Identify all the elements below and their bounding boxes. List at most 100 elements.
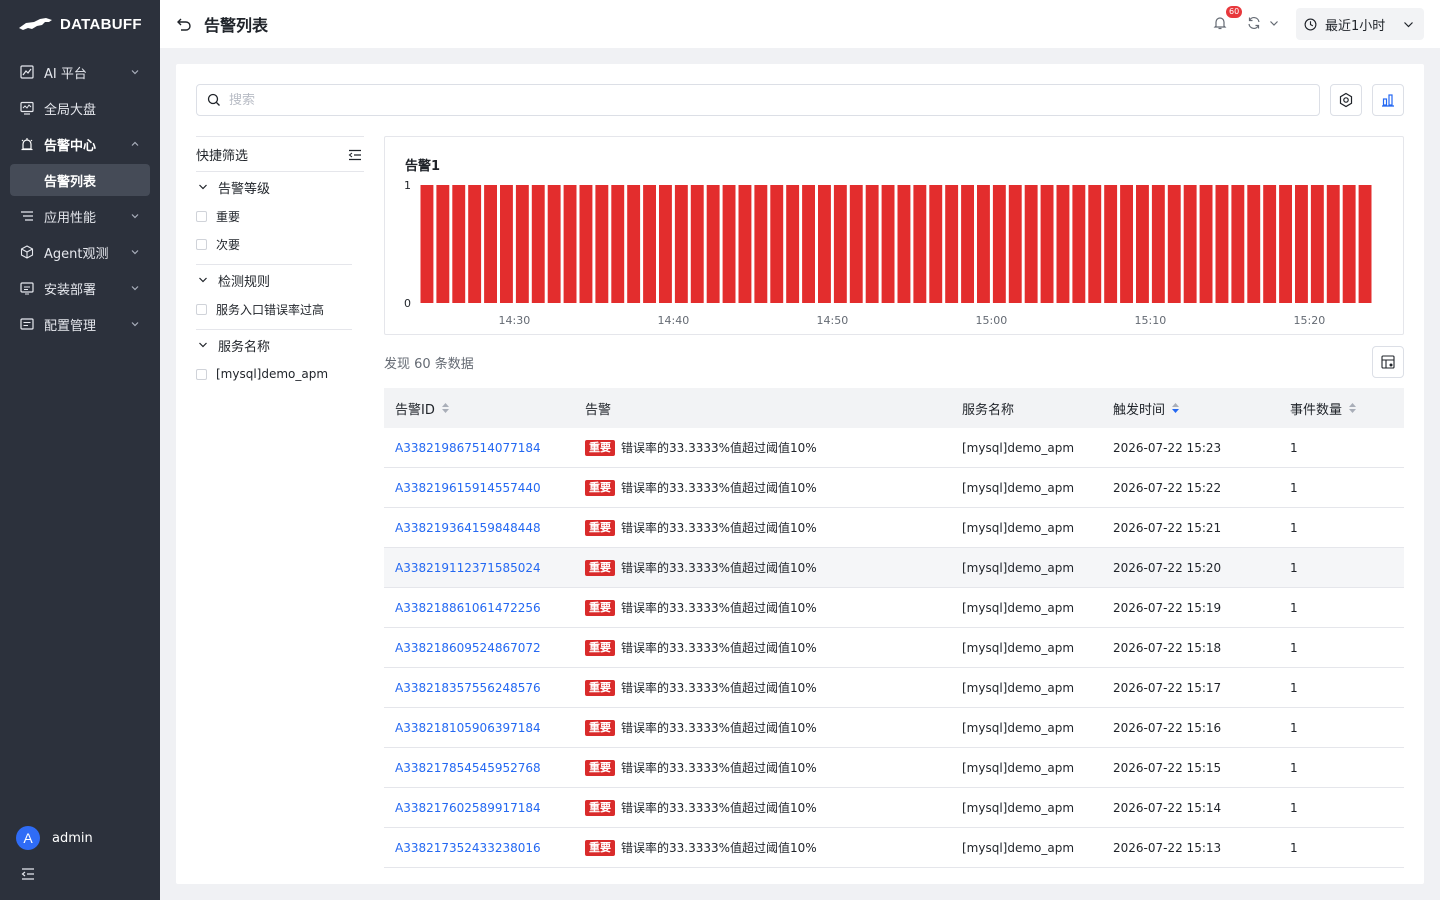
chart-bar[interactable] — [786, 185, 800, 303]
settings-button[interactable] — [1330, 84, 1362, 116]
time-range-select[interactable]: 最近1小时 — [1296, 8, 1424, 40]
filter-option[interactable]: 次要 — [196, 230, 352, 258]
chart-bar[interactable] — [563, 185, 577, 303]
brand-logo[interactable]: DATABUFF — [0, 0, 160, 48]
checkbox[interactable] — [196, 368, 207, 380]
chart-bar[interactable] — [1279, 185, 1292, 303]
chart-bar[interactable] — [722, 185, 736, 303]
chart-bar[interactable] — [961, 185, 974, 303]
chart-bar[interactable] — [849, 185, 863, 303]
sidebar-item-alarm-center[interactable]: 告警中心 — [0, 126, 160, 162]
chart-bar[interactable] — [1056, 185, 1070, 303]
table-row[interactable]: A338218357556248576 重要 错误率的33.3333%值超过阈值1… — [384, 668, 1404, 708]
table-row[interactable]: A338217352433238016 重要 错误率的33.3333%值超过阈值1… — [384, 828, 1404, 868]
column-header-alarm-id[interactable]: 告警ID — [384, 399, 574, 418]
refresh-icon[interactable] — [1246, 15, 1262, 31]
chevron-down-icon[interactable] — [1269, 18, 1279, 28]
sort-icon[interactable] — [1348, 402, 1357, 414]
table-row[interactable]: A338219112371585024 重要 错误率的33.3333%值超过阈值1… — [384, 548, 1404, 588]
sidebar-item-config-manage[interactable]: 配置管理 — [0, 306, 160, 342]
alarm-id-link[interactable]: A338217854545952768 — [395, 761, 541, 775]
chart-bar[interactable] — [1310, 185, 1324, 303]
alarm-bar-chart[interactable]: 0 1 14:30 14:40 14:50 15:00 15:10 15:20 — [385, 137, 1403, 334]
chart-bar[interactable] — [1358, 185, 1372, 303]
search-input[interactable] — [229, 92, 1229, 108]
chart-bar[interactable] — [547, 185, 561, 303]
alarm-id-link[interactable]: A338218861061472256 — [395, 601, 541, 615]
filter-option[interactable]: 服务入口错误率过高 — [196, 295, 352, 323]
chart-bar[interactable] — [643, 185, 656, 303]
chart-bar[interactable] — [674, 185, 688, 303]
user-profile[interactable]: A admin — [16, 826, 93, 850]
filter-group-title[interactable]: 服务名称 — [196, 330, 352, 360]
alarm-id-link[interactable]: A338217602589917184 — [395, 801, 541, 815]
alarm-id-link[interactable]: A338218609524867072 — [395, 641, 541, 655]
table-row[interactable]: A338217854545952768 重要 错误率的33.3333%值超过阈值1… — [384, 748, 1404, 788]
chart-bar[interactable] — [754, 185, 768, 303]
chart-bar[interactable] — [945, 185, 959, 303]
chart-bar[interactable] — [484, 185, 497, 303]
sort-desc-icon[interactable] — [1171, 402, 1180, 414]
chart-bar[interactable] — [1326, 185, 1340, 303]
chart-bar[interactable] — [1120, 185, 1133, 303]
search-box[interactable] — [196, 84, 1320, 116]
chart-bar[interactable] — [579, 185, 593, 303]
sidebar-item-agent-observe[interactable]: Agent观测 — [0, 234, 160, 270]
chart-bar[interactable] — [1231, 185, 1245, 303]
chart-bar[interactable] — [515, 185, 529, 303]
chart-bar[interactable] — [770, 185, 784, 303]
chart-bar[interactable] — [1263, 185, 1277, 303]
alarm-id-link[interactable]: A338219615914557440 — [395, 481, 541, 495]
chart-bar[interactable] — [690, 185, 704, 303]
chart-bar[interactable] — [802, 185, 815, 303]
chart-bar[interactable] — [1183, 185, 1197, 303]
alarm-id-link[interactable]: A338218357556248576 — [395, 681, 541, 695]
chart-bar[interactable] — [1295, 185, 1308, 303]
chart-bar[interactable] — [611, 185, 625, 303]
sidebar-item-ai-platform[interactable]: AI 平台 — [0, 54, 160, 90]
alarm-id-link[interactable]: A338219867514077184 — [395, 441, 541, 455]
chart-bar[interactable] — [1136, 185, 1149, 303]
alarm-id-link[interactable]: A338219112371585024 — [395, 561, 541, 575]
chart-bar[interactable] — [1024, 185, 1038, 303]
chart-bar[interactable] — [992, 185, 1006, 303]
chart-bar[interactable] — [452, 185, 466, 303]
sort-icon[interactable] — [441, 402, 450, 414]
chart-bar[interactable] — [531, 185, 545, 303]
chart-bar[interactable] — [1342, 185, 1356, 303]
filter-option[interactable]: 重要 — [196, 202, 352, 230]
chart-bar[interactable] — [881, 185, 895, 303]
table-row[interactable]: A338219364159848448 重要 错误率的33.3333%值超过阈值1… — [384, 508, 1404, 548]
filter-group-title[interactable]: 检测规则 — [196, 265, 352, 295]
chart-bar[interactable] — [1088, 185, 1102, 303]
filter-option[interactable]: [mysql]demo_apm — [196, 360, 352, 388]
alarm-id-link[interactable]: A338218105906397184 — [395, 721, 541, 735]
sidebar-item-app-performance[interactable]: 应用性能 — [0, 198, 160, 234]
column-settings-button[interactable] — [1372, 346, 1404, 378]
collapse-filter-icon[interactable] — [348, 148, 362, 162]
alarm-id-link[interactable]: A338217352433238016 — [395, 841, 541, 855]
chart-bar[interactable] — [833, 185, 847, 303]
table-row[interactable]: A338218105906397184 重要 错误率的33.3333%值超过阈值1… — [384, 708, 1404, 748]
chart-bar[interactable] — [1040, 185, 1054, 303]
filter-group-title[interactable]: 告警等级 — [196, 172, 352, 202]
chart-bar[interactable] — [818, 185, 831, 303]
checkbox[interactable] — [196, 238, 207, 250]
sidebar-item-global-dashboard[interactable]: 全局大盘 — [0, 90, 160, 126]
chart-bar[interactable] — [1072, 185, 1086, 303]
chart-bar[interactable] — [1199, 185, 1213, 303]
back-icon[interactable] — [176, 16, 192, 32]
chart-bar[interactable] — [468, 185, 482, 303]
chart-bar[interactable] — [436, 185, 450, 303]
sidebar-item-install-deploy[interactable]: 安装部署 — [0, 270, 160, 306]
chart-bar[interactable] — [929, 185, 943, 303]
chart-bar[interactable] — [1247, 185, 1261, 303]
table-row[interactable]: A338219615914557440 重要 错误率的33.3333%值超过阈值1… — [384, 468, 1404, 508]
chart-bar[interactable] — [738, 185, 752, 303]
chart-bar[interactable] — [865, 185, 879, 303]
chart-bar[interactable] — [1167, 185, 1181, 303]
chart-bar[interactable] — [595, 185, 609, 303]
table-row[interactable]: A338219867514077184 重要 错误率的33.3333%值超过阈值1… — [384, 428, 1404, 468]
chart-bar[interactable] — [1151, 185, 1165, 303]
sidebar-subitem-alarm-list[interactable]: 告警列表 — [10, 164, 150, 196]
